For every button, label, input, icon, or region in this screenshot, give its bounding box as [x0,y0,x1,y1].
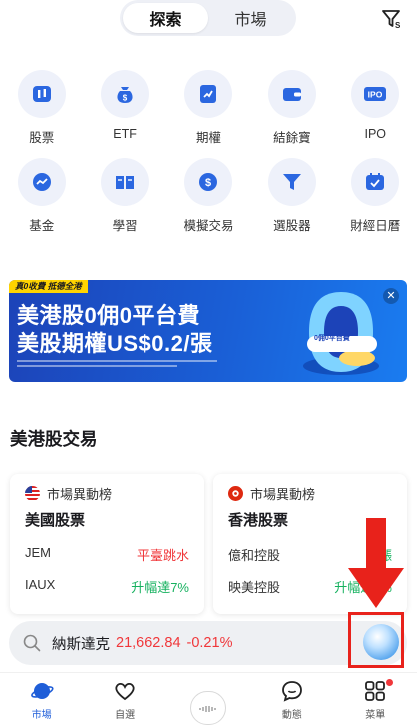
grid-label: IPO [364,127,387,141]
nav-item-market[interactable]: 市場 [0,673,83,725]
nav-item-watchlist[interactable]: 自選 [83,673,166,725]
nav-label: 市場 [31,710,52,721]
options-chart-icon [200,85,217,103]
book-icon [116,176,135,189]
nav-item-menu[interactable]: 菜單 [334,673,417,725]
center-wave-icon [199,706,217,712]
banner-close-button[interactable]: ✕ [383,288,399,304]
card-head-label: 市場異動榜 [250,487,316,502]
svg-text:IPO: IPO [368,90,383,100]
calendar-icon [366,173,385,190]
money-bag-icon: $ [117,87,133,103]
planet-icon [30,683,54,699]
list-item[interactable]: JEM 平臺跳水 [25,545,189,564]
banner-fine-print [17,360,237,367]
index-name: 納斯達克 [52,636,110,653]
grid-label: 基金 [29,219,55,233]
heart-icon [115,682,135,701]
top-bar: 探索 市場 S [0,0,417,44]
grid-item-options[interactable]: 期權 [167,70,250,158]
annotation-arrow-icon [348,518,404,608]
banner-tag: 真0收費 抵德全港 [9,280,88,293]
card-us-stocks[interactable]: 市場異動榜 美國股票 JEM 平臺跳水 IAUX 升幅達7% [10,474,204,614]
nav-item-feed[interactable]: 動態 [250,673,333,725]
annotation-highlight-box [348,612,404,668]
stock-move: 平臺跳水 [136,548,189,563]
filter-s-icon[interactable]: S [381,8,403,30]
banner-art-text: 0佣0平台費 [314,335,350,342]
section-title: 美港股交易 [10,429,98,449]
simulated-coin-icon: $ [199,173,218,191]
explore-market-switch: 探索 市場 [120,0,296,36]
fund-icon [32,173,51,191]
nav-label: 菜單 [365,710,386,721]
grid-item-fund[interactable]: 基金 [0,158,83,246]
grid-label: 模擬交易 [183,219,234,233]
grid-item-balance[interactable]: 結餘寶 [250,70,333,158]
ipo-icon: IPO [364,87,387,101]
funnel-icon [282,174,301,190]
chat-bubble-icon [281,681,302,702]
feature-grid: 股票 $ ETF 期權 結餘寶 IPO IPO 基金 學習 $ 模擬交易 選股器… [0,70,417,246]
nav-label: 動態 [281,710,302,721]
grid-item-learn[interactable]: 學習 [83,158,166,246]
wallet-icon [282,88,301,101]
zero-fee-graphic-icon [303,292,379,375]
notification-dot [385,679,393,686]
grid-label: 結餘寶 [273,131,311,145]
grid-item-ipo[interactable]: IPO IPO [334,70,417,158]
grid-item-simulated[interactable]: $ 模擬交易 [167,158,250,246]
grid-label: 選股器 [273,219,311,233]
grid-item-calendar[interactable]: 財經日曆 [334,158,417,246]
index-value: 21,662.84 [116,635,181,651]
svg-text:S: S [395,21,401,30]
menu-grid-icon [365,681,386,701]
grid-item-stock[interactable]: 股票 [0,70,83,158]
tab-explore[interactable]: 探索 [123,3,208,33]
stock-name: 億和控股 [228,548,281,563]
nav-label: 自選 [115,710,136,721]
grid-label: 財經日曆 [350,219,401,233]
grid-label: 股票 [29,131,55,145]
stock-name: IAUX [25,577,56,592]
bottom-nav: 市場 自選 動態 菜單 [0,672,417,725]
card-head-label: 市場異動榜 [47,487,113,502]
grid-item-etf[interactable]: $ ETF [83,70,166,158]
grid-item-screener[interactable]: 選股器 [250,158,333,246]
banner-subheadline: 美股期權US$0.2/張 [17,331,213,356]
stock-icon [32,86,51,102]
promo-banner[interactable]: 真0收費 抵德全港 美港股0佣0平台費 美股期權US$0.2/張 0佣0平台費 … [9,280,407,382]
stock-move: 升幅達7% [131,580,189,595]
card-title: 美國股票 [25,512,86,529]
stock-name: JEM [25,545,51,560]
tab-market[interactable]: 市場 [208,3,293,33]
stock-name: 映美控股 [228,580,281,595]
grid-label: ETF [113,127,137,141]
nav-item-center[interactable] [167,673,250,725]
hk-flag-icon [228,486,243,501]
us-flag-icon [25,486,40,501]
list-item[interactable]: IAUX 升幅達7% [25,577,189,596]
search-icon [23,634,41,652]
svg-text:$: $ [205,177,211,189]
svg-text:$: $ [123,94,128,103]
index-change: -0.21% [186,635,233,651]
grid-label: 期權 [195,131,221,145]
grid-label: 學習 [112,219,138,233]
